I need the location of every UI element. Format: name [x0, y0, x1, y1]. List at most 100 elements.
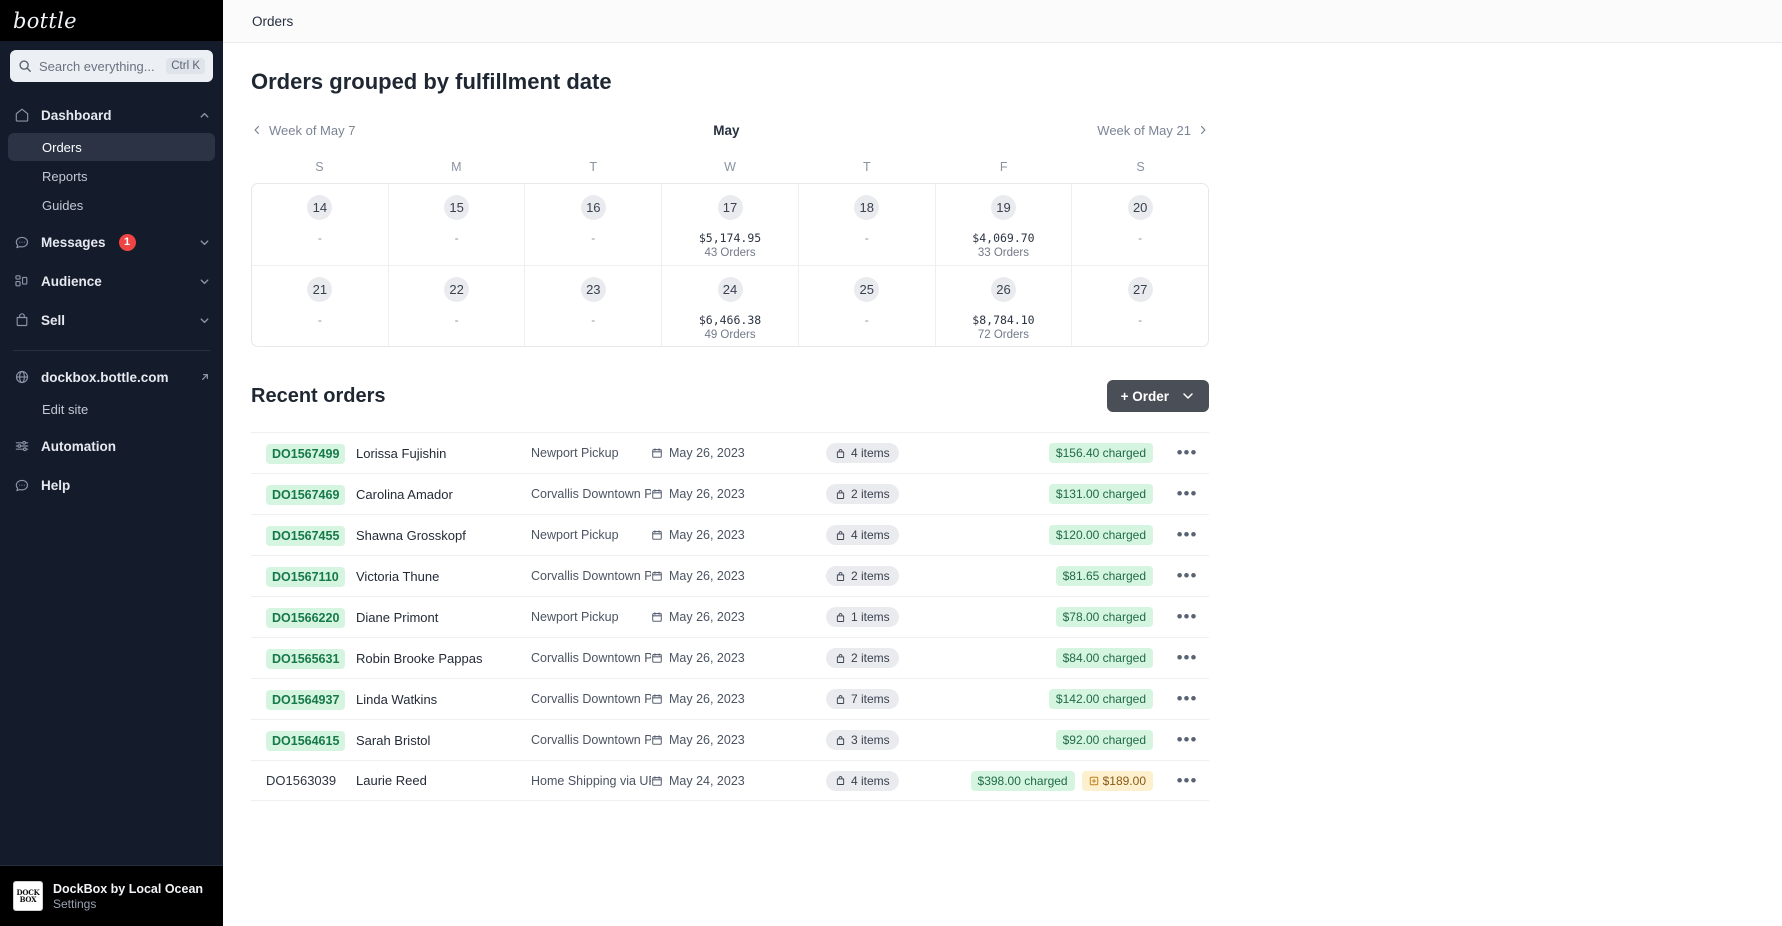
calendar-day-amount: $8,784.10: [972, 313, 1035, 327]
sidebar-item-site-link[interactable]: dockbox.bottle.com: [0, 360, 223, 394]
table-row[interactable]: DO1567499 Lorissa Fujishin Newport Pickup M…: [251, 432, 1209, 473]
payment-cell: $78.00 charged: [966, 607, 1165, 627]
calendar-day-cell[interactable]: 19 $4,069.70 33 Orders: [936, 184, 1073, 265]
order-id-pill[interactable]: DO1567455: [266, 525, 346, 546]
row-actions-button[interactable]: •••: [1165, 607, 1209, 627]
sidebar-item-guides[interactable]: Guides: [8, 191, 215, 219]
order-id-pill[interactable]: DO1567110: [266, 566, 345, 587]
account-settings-link[interactable]: Settings: [53, 897, 203, 911]
bottle-logo[interactable]: bottle: [13, 9, 77, 33]
charged-badge: $84.00 charged: [1055, 648, 1153, 668]
row-actions-button[interactable]: •••: [1165, 771, 1209, 791]
sidebar-item-sell[interactable]: Sell: [0, 303, 223, 337]
table-row[interactable]: DO1567455 Shawna Grosskopf Newport Pickup M…: [251, 514, 1209, 555]
calendar-day-cell[interactable]: 21 -: [252, 265, 389, 346]
calendar-day-empty: -: [454, 313, 459, 327]
row-actions-button[interactable]: •••: [1165, 730, 1209, 750]
items-badge: 3 items: [826, 730, 899, 750]
calendar-day-cell[interactable]: 23 -: [525, 265, 663, 346]
prev-week-button[interactable]: Week of May 7: [251, 123, 355, 138]
order-id-pill[interactable]: DO1566220: [266, 607, 346, 628]
items-count: 4 items: [851, 528, 890, 542]
external-link-icon[interactable]: [199, 371, 211, 383]
row-actions-button[interactable]: •••: [1165, 443, 1209, 463]
fulfillment-location: Corvallis Downtown Pickup: [531, 733, 651, 747]
order-id-pill[interactable]: DO1564615: [266, 730, 346, 751]
table-row[interactable]: DO1567469 Carolina Amador Corvallis Downto…: [251, 473, 1209, 514]
calendar-day-cell[interactable]: 14 -: [252, 184, 389, 265]
calendar-icon: [651, 488, 663, 500]
calendar-day-empty: -: [1138, 313, 1143, 327]
sidebar-item-reports[interactable]: Reports: [8, 162, 215, 190]
table-row[interactable]: DO1566220 Diane Primont Newport Pickup May …: [251, 596, 1209, 637]
calendar-day-number: 17: [717, 195, 743, 220]
row-actions-button[interactable]: •••: [1165, 689, 1209, 709]
fulfillment-date-cell: May 26, 2023: [651, 692, 826, 706]
fulfillment-date: May 24, 2023: [669, 773, 745, 788]
calendar-day-cell[interactable]: 27 -: [1072, 265, 1208, 346]
row-actions-button[interactable]: •••: [1165, 484, 1209, 504]
calendar-day-cell[interactable]: 24 $6,466.38 49 Orders: [662, 265, 799, 346]
chevron-down-icon[interactable]: [198, 275, 211, 288]
brand-bar: bottle: [0, 0, 223, 41]
calendar-icon: [651, 775, 663, 787]
order-id-pill[interactable]: DO1564937: [266, 689, 346, 710]
sidebar-item-messages[interactable]: Messages 1: [0, 225, 223, 259]
table-row[interactable]: DO1564615 Sarah Bristol Corvallis Downtown…: [251, 719, 1209, 760]
calendar-day-cell[interactable]: 18 -: [799, 184, 936, 265]
order-id-cell[interactable]: DO1567110: [251, 566, 356, 587]
row-actions-button[interactable]: •••: [1165, 525, 1209, 545]
sidebar-item-edit-site[interactable]: Edit site: [8, 395, 215, 423]
row-actions-button[interactable]: •••: [1165, 566, 1209, 586]
calendar-day-cell[interactable]: 26 $8,784.10 72 Orders: [935, 265, 1073, 346]
due-icon: [1089, 776, 1099, 786]
table-row[interactable]: DO1564937 Linda Watkins Corvallis Downtown…: [251, 678, 1209, 719]
calendar-day-empty: -: [864, 231, 869, 245]
calendar-day-empty: -: [317, 313, 322, 327]
order-id-text[interactable]: DO1563039: [266, 773, 336, 788]
calendar-day-cell[interactable]: 20 -: [1072, 184, 1208, 265]
table-row[interactable]: DO1563039 Laurie Reed Home Shipping via UP…: [251, 760, 1209, 801]
sidebar-item-automation[interactable]: Automation: [0, 429, 223, 463]
sidebar-item-audience[interactable]: Audience: [0, 264, 223, 298]
table-row[interactable]: DO1565631 Robin Brooke Pappas Corvallis Do…: [251, 637, 1209, 678]
order-id-cell[interactable]: DO1564937: [251, 689, 356, 710]
order-id-pill[interactable]: DO1567469: [266, 484, 346, 505]
order-id-cell[interactable]: DO1565631: [251, 648, 356, 669]
fulfillment-date-cell: May 26, 2023: [651, 610, 826, 624]
charged-badge: $81.65 charged: [1055, 566, 1153, 586]
calendar-day-cell[interactable]: 17 $5,174.95 43 Orders: [662, 184, 799, 265]
order-id-cell[interactable]: DO1563039: [251, 773, 356, 788]
items-count: 2 items: [851, 651, 890, 665]
calendar-week-row: 14 - 15 - 16 - 17 $5,174.95 43 Orders 18 - 19 $4,069…: [252, 184, 1208, 265]
chevron-down-icon[interactable]: [198, 236, 211, 249]
order-id-cell[interactable]: DO1567469: [251, 484, 356, 505]
calendar-day-cell[interactable]: 16 -: [525, 184, 663, 265]
charged-badge: $398.00 charged: [970, 770, 1075, 791]
calendar-day-cell[interactable]: 25 -: [798, 265, 936, 346]
next-week-button[interactable]: Week of May 21: [1097, 123, 1209, 138]
order-id-cell[interactable]: DO1564615: [251, 730, 356, 751]
chevron-up-icon[interactable]: [198, 109, 211, 122]
order-id-pill[interactable]: DO1565631: [266, 648, 346, 669]
account-section[interactable]: DOCK BOX DockBox by Local Ocean Settings: [0, 865, 223, 926]
chevron-down-icon[interactable]: [198, 314, 211, 327]
order-id-cell[interactable]: DO1567455: [251, 525, 356, 546]
sidebar-item-orders[interactable]: Orders: [8, 133, 215, 161]
calendar-day-cell[interactable]: 22 -: [388, 265, 526, 346]
bag-icon: [835, 775, 846, 786]
calendar-day-cell[interactable]: 15 -: [389, 184, 526, 265]
sidebar-item-label: Automation: [41, 438, 116, 454]
order-id-cell[interactable]: DO1566220: [251, 607, 356, 628]
fulfillment-date-cell: May 26, 2023: [651, 733, 826, 747]
row-actions-button[interactable]: •••: [1165, 648, 1209, 668]
sidebar-item-help[interactable]: Help: [0, 468, 223, 502]
sidebar-item-dashboard[interactable]: Dashboard: [0, 98, 223, 132]
order-id-pill[interactable]: DO1567499: [266, 443, 346, 464]
calendar-grid: 14 - 15 - 16 - 17 $5,174.95 43 Orders 18 - 19 $4,069…: [251, 183, 1209, 347]
add-order-button[interactable]: + Order: [1106, 380, 1209, 412]
search-input[interactable]: Search everything... Ctrl K: [10, 50, 213, 82]
order-id-cell[interactable]: DO1567499: [251, 443, 356, 464]
fulfillment-location: Corvallis Downtown Pickup: [531, 692, 651, 706]
table-row[interactable]: DO1567110 Victoria Thune Corvallis Downtow…: [251, 555, 1209, 596]
